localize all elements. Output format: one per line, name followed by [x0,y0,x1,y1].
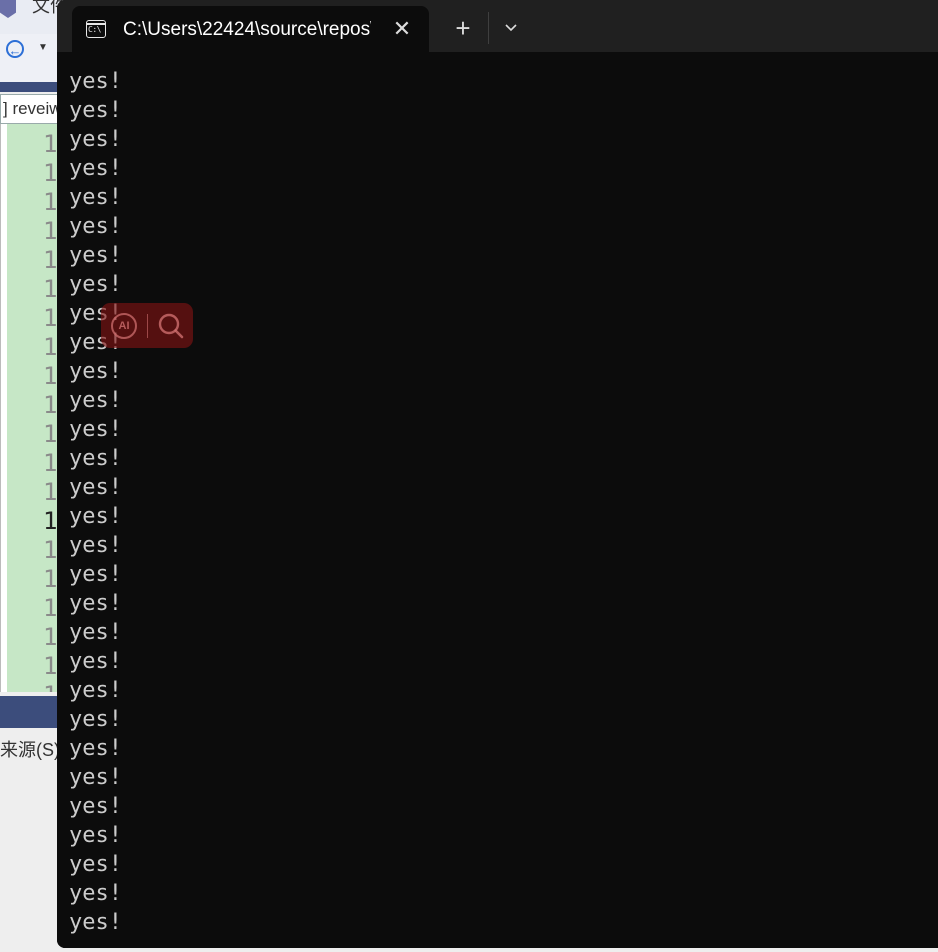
terminal-output-line: yes! [69,69,122,94]
line-number: 1 [43,623,58,651]
line-number: 1 [43,420,58,448]
terminal-output-line: yes! [69,127,122,152]
terminal-output-line: yes! [69,272,122,297]
terminal-output-line: yes! [69,446,122,471]
terminal-output-line: yes! [69,388,122,413]
line-number: 1 [43,536,58,564]
terminal-output-line: yes! [69,823,122,848]
line-number: 1 [43,449,58,477]
line-number: 1 [43,478,58,506]
line-number-gutter: 11111111111111111111 [43,130,57,692]
line-number: 1 [43,304,58,332]
terminal-output-lines: yes! yes! yes! yes! yes! yes! yes! yes! yes! yes!… [69,67,122,937]
terminal-output-line: yes! [69,591,122,616]
terminal-output-line: yes! [69,678,122,703]
terminal-output-line: yes! [69,649,122,674]
tab-dropdown-button[interactable] [497,14,525,42]
line-number: 1 [43,159,58,187]
line-number: 1 [43,333,58,361]
terminal-output-line: yes! [69,765,122,790]
navigate-back-icon[interactable]: ← [6,40,24,58]
command-prompt-icon-text: C:\ [88,25,101,34]
terminal-output-line: yes! [69,243,122,268]
line-number: 1 [43,246,58,274]
new-tab-button[interactable]: + [449,14,477,42]
line-number: 1 [43,188,58,216]
terminal-tab-title: C:\Users\22424\source\repos\ [123,19,371,40]
widget-divider [147,314,148,338]
output-source-label: 来源(S): [0,740,65,760]
line-number: 1 [43,130,58,158]
terminal-output-line: yes! [69,794,122,819]
terminal-output-line: yes! [69,533,122,558]
terminal-output-line: yes! [69,562,122,587]
line-number: 1 [43,594,58,622]
terminal-output-line: yes! [69,98,122,123]
search-icon[interactable] [156,311,186,341]
terminal-output-line: yes! [69,185,122,210]
line-number: 1 [43,275,58,303]
terminal-output-area[interactable]: yes! yes! yes! yes! yes! yes! yes! yes! yes! yes!… [57,52,938,948]
line-number: 1 [43,507,58,535]
line-number: 1 [43,217,58,245]
command-prompt-icon: C:\ [86,20,106,38]
terminal-tab-active[interactable]: C:\ C:\Users\22424\source\repos\ ✕ [72,6,429,52]
chevron-down-icon [505,24,517,32]
terminal-window[interactable]: C:\ C:\Users\22424\source\repos\ ✕ + yes… [57,0,938,948]
line-number: 1 [43,565,58,593]
terminal-output-line: yes! [69,852,122,877]
terminal-output-line: yes! [69,881,122,906]
line-number: 1 [43,681,57,692]
terminal-output-line: yes! [69,910,122,935]
terminal-output-line: yes! [69,417,122,442]
terminal-titlebar[interactable]: C:\ C:\Users\22424\source\repos\ ✕ + [57,0,938,52]
terminal-output-line: yes! [69,359,122,384]
terminal-output-line: yes! [69,736,122,761]
close-tab-button[interactable]: ✕ [390,17,414,41]
ai-icon[interactable]: AI [111,313,137,339]
terminal-output-line: yes! [69,707,122,732]
terminal-output-line: yes! [69,156,122,181]
titlebar-divider [488,12,489,44]
floating-ai-search-widget[interactable]: AI [101,303,193,348]
line-number: 1 [43,391,58,419]
line-number: 1 [43,652,58,680]
line-number: 1 [43,362,58,390]
terminal-output-line: yes! [69,504,122,529]
terminal-output-line: yes! [69,475,122,500]
terminal-output-line: yes! [69,620,122,645]
terminal-output-line: yes! [69,214,122,239]
caret-down-icon[interactable]: ▼ [38,42,48,53]
